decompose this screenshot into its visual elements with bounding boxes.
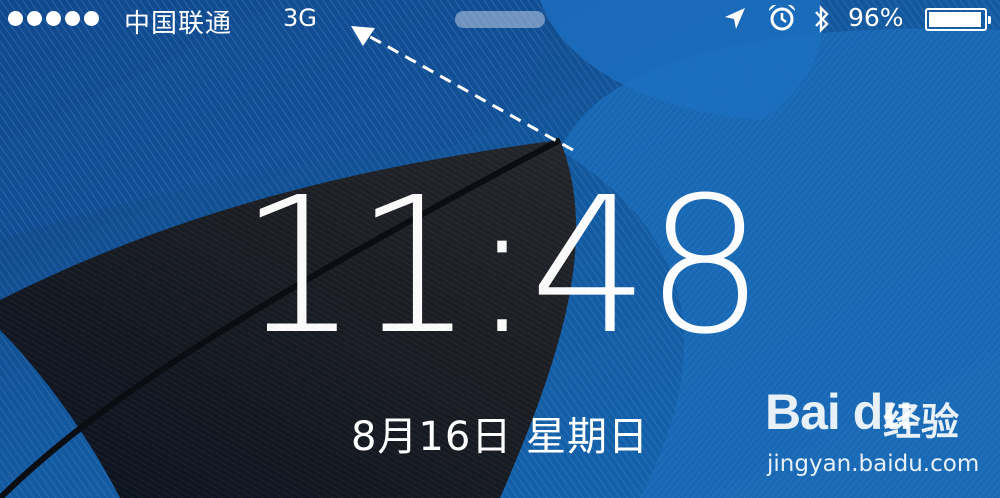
alarm-clock-icon	[768, 4, 796, 31]
jingyan-brand: 经验	[883, 400, 960, 444]
carrier-name: 中国联通	[124, 9, 233, 39]
dashed-arrow-annotation	[351, 26, 574, 152]
battery-percentage: 96%	[848, 3, 904, 32]
baidu-jingyan-watermark: Bai du 经验 jingyan.baidu.com	[765, 383, 995, 491]
lock-screen-clock-area: 11:48	[0, 172, 1000, 362]
watermark-url: jingyan.baidu.com	[767, 451, 980, 477]
bluetooth-icon	[815, 5, 829, 33]
signal-strength-icon	[8, 11, 99, 26]
network-type: 3G	[283, 4, 317, 32]
location-arrow-icon	[725, 8, 745, 29]
lock-screen-time: 11:48	[239, 157, 765, 376]
battery-level-fill	[929, 12, 981, 27]
battery-icon	[925, 8, 991, 31]
